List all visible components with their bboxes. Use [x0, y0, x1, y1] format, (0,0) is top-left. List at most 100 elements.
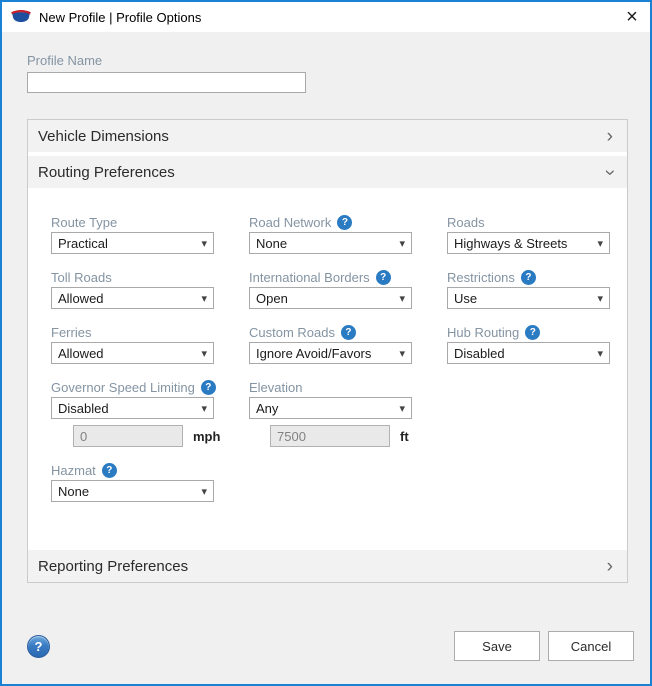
restrictions-label: Restrictions ?	[447, 269, 610, 285]
international-borders-field: International Borders ? Open ▾	[249, 269, 412, 309]
governor-speed-limiting-value: Disabled	[58, 401, 109, 416]
elevation-select[interactable]: Any ▾	[249, 397, 412, 419]
hazmat-field: Hazmat ? None ▾	[51, 462, 214, 502]
titlebar: New Profile | Profile Options ×	[2, 2, 650, 32]
window-title: New Profile | Profile Options	[39, 10, 201, 25]
cancel-button[interactable]: Cancel	[548, 631, 634, 661]
footer-buttons: Save Cancel	[454, 631, 634, 661]
custom-roads-label-text: Custom Roads	[249, 325, 335, 340]
units-row: mph ft	[51, 425, 627, 447]
governor-speed-limiting-label-text: Governor Speed Limiting	[51, 380, 195, 395]
hazmat-label-text: Hazmat	[51, 463, 96, 478]
custom-roads-value: Ignore Avoid/Favors	[256, 346, 371, 361]
restrictions-help-icon[interactable]: ?	[521, 270, 536, 285]
route-type-value: Practical	[58, 236, 108, 251]
dropdown-caret-icon: ▾	[597, 347, 603, 360]
route-type-field: Route Type Practical ▾	[51, 214, 214, 254]
roads-value: Highways & Streets	[454, 236, 567, 251]
hazmat-select[interactable]: None ▾	[51, 480, 214, 502]
road-network-label: Road Network ?	[249, 214, 412, 230]
save-button[interactable]: Save	[454, 631, 540, 661]
ferries-value: Allowed	[58, 346, 104, 361]
roads-select[interactable]: Highways & Streets ▾	[447, 232, 610, 254]
field-row-4: Governor Speed Limiting ? Disabled ▾ Ele…	[51, 379, 627, 419]
road-network-field: Road Network ? None ▾	[249, 214, 412, 254]
international-borders-label: International Borders ?	[249, 269, 412, 285]
section-routing-preferences: Routing Preferences › Route Type Practic…	[28, 156, 627, 546]
profile-options-dialog: New Profile | Profile Options × Profile …	[0, 0, 652, 686]
toll-roads-label-text: Toll Roads	[51, 270, 112, 285]
hub-routing-field: Hub Routing ? Disabled ▾	[447, 324, 610, 364]
hazmat-help-icon[interactable]: ?	[102, 463, 117, 478]
route-type-label-text: Route Type	[51, 215, 117, 230]
international-borders-label-text: International Borders	[249, 270, 370, 285]
road-network-help-icon[interactable]: ?	[337, 215, 352, 230]
chevron-right-icon: ›	[607, 127, 613, 146]
help-button[interactable]: ?	[27, 635, 50, 658]
hazmat-value: None	[58, 484, 89, 499]
international-borders-select[interactable]: Open ▾	[249, 287, 412, 309]
spacer	[447, 425, 610, 447]
dropdown-caret-icon: ▾	[201, 485, 207, 498]
ferries-label-text: Ferries	[51, 325, 91, 340]
dropdown-caret-icon: ▾	[597, 292, 603, 305]
dropdown-caret-icon: ▾	[201, 347, 207, 360]
vehicle-dimensions-header[interactable]: Vehicle Dimensions ›	[28, 120, 627, 152]
toll-roads-value: Allowed	[58, 291, 104, 306]
custom-roads-select[interactable]: Ignore Avoid/Favors ▾	[249, 342, 412, 364]
dropdown-caret-icon: ▾	[201, 402, 207, 415]
spacer	[447, 379, 610, 419]
ferries-label: Ferries	[51, 324, 214, 340]
section-reporting-preferences: Reporting Preferences ›	[28, 550, 627, 582]
hub-routing-value: Disabled	[454, 346, 505, 361]
field-row-5: Hazmat ? None ▾	[51, 462, 627, 502]
roads-label: Roads	[447, 214, 610, 230]
dialog-footer: ? Save Cancel	[2, 631, 650, 661]
custom-roads-field: Custom Roads ? Ignore Avoid/Favors ▾	[249, 324, 412, 364]
dropdown-caret-icon: ▾	[399, 237, 405, 250]
restrictions-select[interactable]: Use ▾	[447, 287, 610, 309]
elevation-field: Elevation Any ▾	[249, 379, 412, 419]
route-type-label: Route Type	[51, 214, 214, 230]
close-icon[interactable]: ×	[614, 2, 650, 32]
restrictions-value: Use	[454, 291, 477, 306]
dropdown-caret-icon: ▾	[399, 292, 405, 305]
toll-roads-field: Toll Roads Allowed ▾	[51, 269, 214, 309]
elevation-unit-label: ft	[400, 429, 409, 444]
section-vehicle-dimensions: Vehicle Dimensions ›	[28, 120, 627, 152]
field-row-2: Toll Roads Allowed ▾ International Borde…	[51, 269, 627, 309]
custom-roads-label: Custom Roads ?	[249, 324, 412, 340]
international-borders-help-icon[interactable]: ?	[376, 270, 391, 285]
hub-routing-label-text: Hub Routing	[447, 325, 519, 340]
toll-roads-select[interactable]: Allowed ▾	[51, 287, 214, 309]
dropdown-caret-icon: ▾	[399, 402, 405, 415]
roads-label-text: Roads	[447, 215, 485, 230]
restrictions-label-text: Restrictions	[447, 270, 515, 285]
spacer	[249, 462, 412, 502]
road-network-select[interactable]: None ▾	[249, 232, 412, 254]
profile-name-input[interactable]	[27, 72, 306, 93]
field-row-1: Route Type Practical ▾ Road Network ?	[51, 214, 627, 254]
hazmat-label: Hazmat ?	[51, 462, 214, 478]
governor-speed-limiting-select[interactable]: Disabled ▾	[51, 397, 214, 419]
hub-routing-help-icon[interactable]: ?	[525, 325, 540, 340]
ferries-select[interactable]: Allowed ▾	[51, 342, 214, 364]
reporting-preferences-title: Reporting Preferences	[38, 558, 188, 575]
elevation-limit-input	[270, 425, 390, 447]
profile-name-label: Profile Name	[27, 53, 628, 68]
routing-preferences-header[interactable]: Routing Preferences ›	[28, 156, 627, 188]
route-type-select[interactable]: Practical ▾	[51, 232, 214, 254]
elevation-label: Elevation	[249, 379, 412, 395]
app-logo-icon	[11, 9, 31, 25]
reporting-preferences-header[interactable]: Reporting Preferences ›	[28, 550, 627, 582]
dropdown-caret-icon: ▾	[201, 237, 207, 250]
elevation-limit-group: ft	[270, 425, 412, 447]
elevation-label-text: Elevation	[249, 380, 302, 395]
governor-speed-limiting-field: Governor Speed Limiting ? Disabled ▾	[51, 379, 214, 419]
governor-speed-limiting-help-icon[interactable]: ?	[201, 380, 216, 395]
ferries-field: Ferries Allowed ▾	[51, 324, 214, 364]
custom-roads-help-icon[interactable]: ?	[341, 325, 356, 340]
routing-preferences-title: Routing Preferences	[38, 164, 175, 181]
speed-limit-group: mph	[73, 425, 214, 447]
hub-routing-select[interactable]: Disabled ▾	[447, 342, 610, 364]
